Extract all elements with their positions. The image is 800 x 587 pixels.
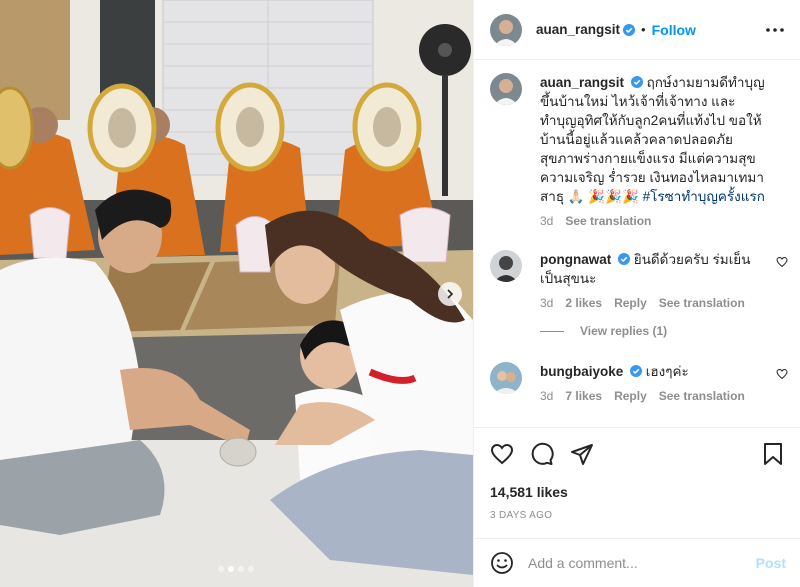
separator-bullet: • bbox=[641, 22, 646, 37]
caption-meta: 3d See translation bbox=[540, 214, 766, 228]
caption-body: ฤกษ์งามยามดีทำบุญขึ้นบ้านใหม่ ไหว้เจ้าที… bbox=[540, 75, 765, 204]
carousel-dot bbox=[248, 566, 254, 572]
author-username[interactable]: auan_rangsit bbox=[536, 22, 620, 37]
comment-input[interactable] bbox=[528, 555, 748, 571]
caption-text: auan_rangsit ฤกษ์งามยามดีทำบุญขึ้นบ้านให… bbox=[540, 73, 766, 206]
post-header: auan_rangsit • Follow bbox=[474, 0, 800, 60]
bookmark-icon[interactable] bbox=[762, 442, 784, 466]
ceremony-photo bbox=[0, 0, 473, 587]
comment-text: pongnawat ยินดีด้วยครับ ร่มเย็นเป็นสุขนะ bbox=[540, 250, 766, 288]
reply-button[interactable]: Reply bbox=[614, 296, 647, 310]
post-actions: 14,581 likes 3 DAYS AGO bbox=[474, 427, 800, 521]
post-comment-button[interactable]: Post bbox=[756, 555, 786, 571]
comments-list[interactable]: auan_rangsit ฤกษ์งามยามดีทำบุญขึ้นบ้านให… bbox=[474, 61, 800, 426]
verified-icon bbox=[630, 365, 643, 377]
see-translation-button[interactable]: See translation bbox=[659, 296, 745, 310]
author-avatar[interactable] bbox=[490, 73, 522, 105]
carousel-indicator bbox=[218, 566, 254, 572]
commenter-avatar[interactable] bbox=[490, 362, 522, 394]
comment-time[interactable]: 3d bbox=[540, 389, 553, 403]
share-icon[interactable] bbox=[570, 442, 594, 466]
add-comment-bar: Post bbox=[474, 538, 800, 587]
comment-meta: 3d 7 likes Reply See translation bbox=[540, 389, 766, 403]
caption: auan_rangsit ฤกษ์งามยามดีทำบุญขึ้นบ้านให… bbox=[490, 73, 784, 228]
see-translation-button[interactable]: See translation bbox=[659, 389, 745, 403]
view-replies-button[interactable]: View replies (1) bbox=[540, 324, 784, 338]
author-avatar[interactable] bbox=[490, 13, 522, 46]
reply-button[interactable]: Reply bbox=[614, 389, 647, 403]
post-photo[interactable] bbox=[0, 0, 473, 587]
heart-icon[interactable] bbox=[490, 442, 514, 466]
emoji-icon[interactable] bbox=[490, 551, 514, 575]
verified-icon bbox=[630, 76, 643, 88]
replies-divider bbox=[540, 330, 564, 332]
next-photo-button[interactable] bbox=[438, 282, 462, 306]
hashtag-link[interactable]: #โรซาทำบุญครั้งแรก bbox=[643, 189, 765, 204]
heart-icon[interactable] bbox=[776, 368, 788, 380]
comment-likes[interactable]: 7 likes bbox=[565, 389, 602, 403]
comment-likes[interactable]: 2 likes bbox=[565, 296, 602, 310]
carousel-dot bbox=[238, 566, 244, 572]
verified-icon bbox=[618, 253, 631, 265]
commenter-username[interactable]: pongnawat bbox=[540, 252, 611, 267]
more-icon[interactable] bbox=[764, 27, 786, 33]
carousel-dot-active bbox=[228, 566, 234, 572]
commenter-avatar[interactable] bbox=[490, 250, 522, 282]
post-viewer: auan_rangsit • Follow auan_rangsit ฤกษ์ง… bbox=[0, 0, 800, 587]
verified-icon bbox=[623, 23, 636, 36]
likes-count[interactable]: 14,581 likes bbox=[490, 484, 784, 500]
comment-item: bungbaiyoke เฮงๆค่ะ 3d 7 likes Reply See… bbox=[490, 362, 788, 403]
follow-button[interactable]: Follow bbox=[652, 22, 696, 38]
commenter-username[interactable]: bungbaiyoke bbox=[540, 364, 623, 379]
comment-item: pongnawat ยินดีด้วยครับ ร่มเย็นเป็นสุขนะ… bbox=[490, 250, 788, 310]
action-icons bbox=[490, 442, 784, 466]
comment-meta: 3d 2 likes Reply See translation bbox=[540, 296, 766, 310]
comment-icon[interactable] bbox=[530, 442, 554, 466]
view-replies-label: View replies (1) bbox=[580, 324, 668, 338]
chevron-right-icon bbox=[447, 289, 454, 299]
post-date[interactable]: 3 DAYS AGO bbox=[490, 510, 784, 521]
caption-time[interactable]: 3d bbox=[540, 214, 553, 228]
post-sidebar: auan_rangsit • Follow auan_rangsit ฤกษ์ง… bbox=[473, 0, 800, 587]
heart-icon[interactable] bbox=[776, 256, 788, 268]
comment-text: bungbaiyoke เฮงๆค่ะ bbox=[540, 362, 766, 381]
comment-body: เฮงๆค่ะ bbox=[645, 364, 689, 379]
carousel-dot bbox=[218, 566, 224, 572]
comment-time[interactable]: 3d bbox=[540, 296, 553, 310]
see-translation-button[interactable]: See translation bbox=[565, 214, 651, 228]
caption-username[interactable]: auan_rangsit bbox=[540, 75, 624, 90]
